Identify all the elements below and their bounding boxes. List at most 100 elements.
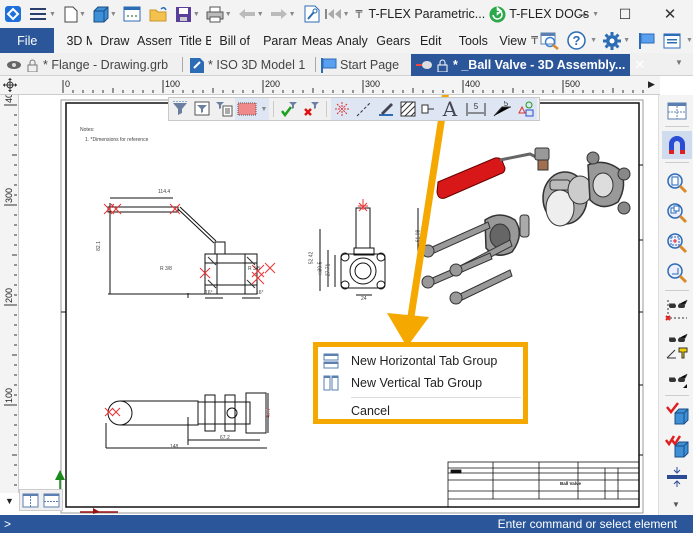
ruler-label: 200 bbox=[4, 288, 14, 303]
dim-side-total: 52.42 bbox=[308, 251, 315, 265]
ruler-scroll-down-icon[interactable]: ▼ bbox=[5, 496, 14, 506]
menu-analysis[interactable]: Analy bbox=[333, 34, 370, 48]
menu-view[interactable]: View bbox=[491, 34, 529, 48]
zoom-selection-icon[interactable] bbox=[662, 229, 692, 257]
status-bar: > Enter command or select element bbox=[0, 515, 693, 533]
undo-icon[interactable]: ▼ bbox=[238, 3, 264, 25]
panel-scroll-down-icon[interactable]: ▼ bbox=[672, 500, 680, 509]
tab-start-page[interactable]: Start Page bbox=[317, 54, 409, 76]
menu-measure[interactable]: Measu bbox=[297, 34, 333, 48]
menu-edit[interactable]: Edit bbox=[412, 34, 450, 48]
redo-icon[interactable]: ▼ bbox=[270, 3, 296, 25]
print-icon[interactable]: ▼ bbox=[206, 3, 232, 25]
tab-close-icon[interactable]: ✕ bbox=[634, 57, 645, 73]
window-icon[interactable] bbox=[123, 3, 141, 25]
view-angle-icon[interactable] bbox=[662, 329, 692, 363]
3d-model-icon bbox=[189, 57, 205, 74]
customize-icon[interactable]: ₸ bbox=[531, 34, 538, 47]
menu-3d-model[interactable]: 3D Mc bbox=[54, 34, 92, 48]
dim-top-length2: 148 bbox=[170, 444, 179, 450]
file-menu-button[interactable]: File bbox=[0, 28, 55, 53]
tab-iso-3d-model[interactable]: * ISO 3D Model 1 bbox=[185, 54, 313, 76]
close-button[interactable]: ✕ bbox=[650, 0, 690, 28]
minimize-button[interactable]: – bbox=[563, 0, 603, 28]
check-all-icon[interactable] bbox=[662, 431, 692, 463]
check-model-icon[interactable] bbox=[662, 398, 692, 430]
drawing-canvas[interactable]: Notes: 1. *Dimensions for reference 114.… bbox=[20, 95, 658, 515]
zoom-page-icon[interactable] bbox=[662, 169, 692, 197]
horizontal-ruler[interactable]: 0100200300400500600 ▶ bbox=[0, 76, 660, 95]
menu-item-cancel[interactable]: Cancel bbox=[318, 400, 523, 422]
dim-top-length1: 67.2 bbox=[220, 435, 230, 441]
assembly-icon bbox=[415, 59, 433, 71]
flag-icon[interactable] bbox=[638, 32, 656, 50]
sketch-pen-icon[interactable] bbox=[375, 98, 397, 120]
menu-assembly[interactable]: Assem bbox=[131, 34, 172, 48]
horizontal-split-icon[interactable] bbox=[43, 493, 60, 508]
split-view-buttons bbox=[19, 489, 63, 511]
lock-icon bbox=[437, 59, 448, 72]
filter-window-icon[interactable] bbox=[191, 98, 213, 120]
menu-tools[interactable]: Tools bbox=[450, 34, 492, 48]
tab-ball-valve-assembly[interactable]: * _Ball Valve - 3D Assembly... ✕ bbox=[411, 54, 645, 76]
leader-icon[interactable]: 5 bbox=[489, 98, 515, 120]
ruler-label: 100 bbox=[4, 388, 14, 403]
layout-icon[interactable] bbox=[662, 97, 692, 125]
filter-icon[interactable] bbox=[169, 98, 191, 120]
command-prompt[interactable]: > bbox=[4, 517, 11, 531]
quick-access-dropdown-icon[interactable]: ₸ bbox=[356, 3, 363, 25]
app-logo-icon[interactable] bbox=[4, 3, 22, 25]
filter-list-icon[interactable] bbox=[213, 98, 235, 120]
menu-bill-of-materials[interactable]: Bill of bbox=[211, 34, 257, 48]
fragment-icon[interactable] bbox=[419, 98, 437, 120]
new-3d-model-icon[interactable]: ▼ bbox=[92, 3, 117, 25]
menu-gears[interactable]: Gears bbox=[369, 34, 412, 48]
gear-icon[interactable] bbox=[602, 31, 622, 51]
zoom-window-icon[interactable] bbox=[662, 199, 692, 227]
menu-bar: File 3D Mc Draw Assem Title B Bill of Pa… bbox=[0, 28, 693, 53]
menu-draw[interactable]: Draw bbox=[92, 34, 131, 48]
vertical-split-icon[interactable] bbox=[22, 493, 39, 508]
open-folder-icon[interactable] bbox=[149, 3, 169, 25]
symbols-icon[interactable] bbox=[515, 98, 537, 120]
flag-icon bbox=[321, 57, 337, 73]
ruler-label: 100 bbox=[165, 79, 180, 89]
lock-icon bbox=[27, 59, 38, 72]
maximize-button[interactable]: ☐ bbox=[605, 0, 645, 28]
tab-list-dropdown-icon[interactable]: ▼ bbox=[675, 58, 683, 67]
view-dimension-icon[interactable] bbox=[662, 295, 692, 327]
zoom-previous-icon[interactable] bbox=[662, 259, 692, 287]
magnet-snap-icon[interactable] bbox=[662, 131, 692, 159]
new-document-icon[interactable]: ▼ bbox=[64, 3, 86, 25]
menu-item-label: New Horizontal Tab Group bbox=[351, 354, 498, 368]
horizontal-ruler-ticks: 0100200300400500600 bbox=[62, 79, 644, 93]
ruler-scroll-right-icon[interactable]: ▶ bbox=[648, 79, 655, 90]
view-options-icon[interactable] bbox=[662, 365, 692, 393]
menu-item-new-horizontal-tab-group[interactable]: New Horizontal Tab Group bbox=[318, 350, 523, 372]
rewind-icon[interactable]: ▼ bbox=[324, 3, 350, 25]
align-icon[interactable] bbox=[662, 463, 692, 491]
search-zoom-icon[interactable] bbox=[540, 32, 560, 50]
dimension-icon[interactable]: 5 bbox=[463, 98, 489, 120]
menu-item-new-vertical-tab-group[interactable]: New Vertical Tab Group bbox=[318, 372, 523, 394]
tab-label: * ISO 3D Model 1 bbox=[208, 58, 306, 72]
vertical-ruler-ticks: 400 300 200 100 bbox=[4, 95, 17, 486]
construction-point-icon[interactable] bbox=[331, 98, 353, 120]
hatch-icon[interactable] bbox=[397, 98, 419, 120]
document-tab-bar: * Flange - Drawing.grb * ISO 3D Model 1 … bbox=[0, 53, 693, 76]
hamburger-menu-icon[interactable]: ▼ bbox=[30, 3, 56, 25]
filter-check-icon[interactable] bbox=[278, 98, 300, 120]
text-icon[interactable]: A bbox=[437, 97, 463, 121]
menu-parameters[interactable]: Param bbox=[257, 34, 297, 48]
tab-flange-drawing[interactable]: * Flange - Drawing.grb bbox=[2, 54, 182, 76]
docs-logo-icon[interactable] bbox=[489, 3, 506, 25]
panel-icon[interactable] bbox=[663, 33, 681, 49]
filter-cross-icon[interactable] bbox=[300, 98, 322, 120]
menu-title-block[interactable]: Title B bbox=[172, 34, 212, 48]
vertical-ruler[interactable]: 400 300 200 100 bbox=[0, 95, 19, 493]
save-icon[interactable]: ▼ bbox=[175, 3, 200, 25]
settings-document-icon[interactable] bbox=[304, 3, 320, 25]
help-icon[interactable]: ? bbox=[567, 31, 586, 50]
color-selector-icon[interactable]: ▼ bbox=[235, 98, 269, 120]
construction-line-icon[interactable] bbox=[353, 98, 375, 120]
